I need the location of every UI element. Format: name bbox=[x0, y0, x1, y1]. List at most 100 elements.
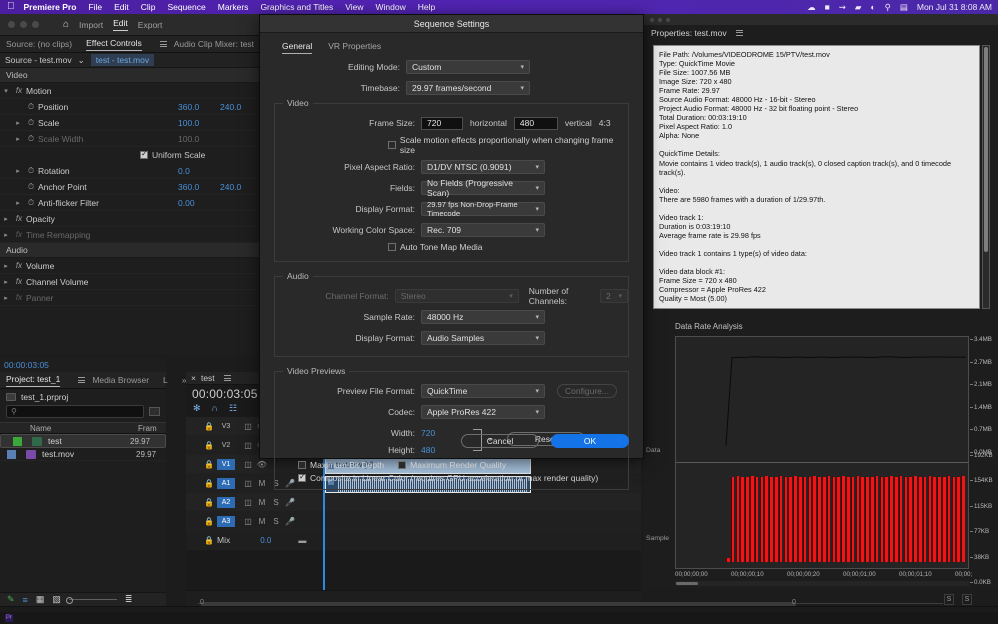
uniform-scale-checkbox[interactable] bbox=[140, 149, 148, 159]
stopwatch-icon[interactable]: ⏱ bbox=[24, 118, 38, 128]
list-view-icon[interactable]: ≡ bbox=[23, 595, 28, 605]
track-name[interactable]: A1 bbox=[217, 477, 235, 489]
chevron-down-icon[interactable]: ⌄ bbox=[78, 55, 85, 66]
scale-value[interactable]: 100.0 bbox=[178, 118, 220, 128]
stopwatch-icon[interactable]: ⏱ bbox=[24, 166, 38, 176]
tab-libraries[interactable]: L bbox=[163, 375, 168, 385]
clock[interactable]: Mon Jul 31 8:08 AM bbox=[917, 2, 992, 12]
lock-icon[interactable]: 🔒 bbox=[201, 422, 217, 431]
pen-icon[interactable]: ✎ bbox=[7, 594, 15, 605]
composite-linear-checkbox[interactable] bbox=[298, 472, 306, 482]
status-button-1[interactable]: S bbox=[944, 594, 954, 605]
icon-view-icon[interactable]: ▦ bbox=[36, 594, 45, 605]
sync-lock-icon[interactable]: ◫ bbox=[241, 460, 255, 469]
tab-project[interactable]: Project: test_1 bbox=[6, 374, 61, 387]
effect-row-scale[interactable]: ▸ ⏱ Scale 100.0 bbox=[0, 115, 266, 131]
stopwatch-icon[interactable]: ⏱ bbox=[24, 182, 38, 192]
track-name[interactable]: A2 bbox=[217, 496, 235, 508]
stopwatch-icon[interactable]: ⏱ bbox=[24, 102, 38, 112]
tab-vr-properties[interactable]: VR Properties bbox=[328, 41, 381, 54]
mute-track-button[interactable]: M bbox=[255, 479, 269, 488]
twirl-icon-scale[interactable]: ▸ bbox=[12, 119, 24, 127]
timebase-select[interactable]: 29.97 frames/second ▾ bbox=[406, 81, 530, 95]
microphone-icon[interactable]: 🎤 bbox=[283, 498, 297, 507]
position-x-value[interactable]: 360.0 bbox=[178, 102, 220, 112]
menu-markers[interactable]: Markers bbox=[218, 2, 249, 12]
scrollbar-thumb[interactable] bbox=[676, 582, 698, 585]
lock-icon[interactable]: 🔒 bbox=[201, 498, 217, 507]
lock-icon[interactable]: 🔒 bbox=[201, 460, 217, 469]
apple-icon[interactable]:  bbox=[7, 2, 15, 12]
twirl-icon-channel-volume[interactable]: ▸ bbox=[0, 278, 12, 286]
tab-media-browser[interactable]: Media Browser bbox=[92, 375, 149, 385]
effect-row-motion[interactable]: ▾ fx Motion bbox=[0, 83, 266, 99]
lock-icon[interactable]: 🔒 bbox=[201, 517, 217, 526]
twirl-icon-anti-flicker[interactable]: ▸ bbox=[12, 199, 24, 207]
menu-app-name[interactable]: Premiere Pro bbox=[24, 2, 77, 12]
mix-meter-icon[interactable]: ▬ bbox=[295, 536, 309, 545]
sync-lock-icon[interactable]: ◫ bbox=[241, 441, 255, 450]
maximum-bit-depth-checkbox[interactable] bbox=[298, 461, 306, 469]
stopwatch-icon[interactable]: ⏱ bbox=[24, 198, 38, 208]
cancel-button[interactable]: Cancel bbox=[461, 434, 539, 448]
effect-row-anchor-point[interactable]: ⏱ Anchor Point 360.0 240.0 bbox=[0, 179, 266, 195]
codec-select[interactable]: Apple ProRes 422 ▾ bbox=[421, 405, 545, 419]
control-center-icon[interactable]: ▤ bbox=[900, 2, 908, 13]
tab-source[interactable]: Source: (no clips) bbox=[6, 39, 72, 49]
frame-width-input[interactable]: 720 bbox=[421, 116, 463, 130]
search-icon[interactable]: ⚲ bbox=[885, 2, 891, 13]
vpn-icon[interactable]: ▰ bbox=[855, 2, 862, 13]
maximum-render-quality-checkbox[interactable] bbox=[398, 461, 407, 469]
new-bin-icon[interactable] bbox=[149, 407, 160, 416]
mute-track-button[interactable]: M bbox=[255, 498, 269, 507]
effect-row-time-remapping[interactable]: ▸ fx Time Remapping bbox=[0, 227, 266, 243]
solo-track-button[interactable]: S bbox=[269, 498, 283, 507]
par-select[interactable]: D1/DV NTSC (0.9091) ▾ bbox=[421, 160, 545, 174]
twirl-icon[interactable]: ▾ bbox=[0, 87, 12, 95]
close-window-button[interactable] bbox=[650, 17, 654, 22]
effect-row-panner[interactable]: ▸ fx Panner bbox=[0, 290, 266, 306]
eye-icon[interactable]: 👁 bbox=[255, 460, 269, 469]
sort-icon[interactable]: ≣ bbox=[125, 594, 133, 605]
sync-lock-icon[interactable]: ◫ bbox=[241, 517, 255, 526]
bit-depth-row[interactable]: Maximum Bit Depth Maximum Render Quality bbox=[275, 460, 628, 470]
lock-icon[interactable]: 🔒 bbox=[201, 441, 217, 450]
close-window-button[interactable] bbox=[8, 21, 15, 28]
scale-motion-row[interactable]: Scale motion effects proportionally when… bbox=[275, 135, 628, 155]
display-format-select[interactable]: 29.97 fps Non-Drop-Frame Timecode ▾ bbox=[421, 200, 545, 218]
menu-file[interactable]: File bbox=[88, 2, 102, 12]
panel-menu-icon[interactable] bbox=[735, 29, 743, 36]
effect-row-channel-volume[interactable]: ▸ fx Channel Volume bbox=[0, 274, 266, 290]
microphone-icon[interactable]: 🎤 bbox=[283, 517, 297, 526]
color-space-select[interactable]: Rec. 709 ▾ bbox=[421, 223, 545, 237]
maximize-window-button[interactable] bbox=[32, 21, 39, 28]
linked-selection-icon[interactable]: ☷ bbox=[229, 403, 237, 414]
freeform-view-icon[interactable]: ▧ bbox=[52, 594, 61, 605]
mix-value[interactable]: 0.0 bbox=[260, 536, 271, 545]
anti-flicker-value[interactable]: 0.00 bbox=[178, 198, 220, 208]
bluetooth-icon[interactable]: ⇝ bbox=[839, 2, 846, 13]
twirl-icon-panner[interactable]: ▸ bbox=[0, 294, 12, 302]
battery-icon[interactable]: ■ bbox=[825, 2, 830, 12]
sample-rate-select[interactable]: 48000 Hz ▾ bbox=[421, 310, 545, 324]
scale-motion-checkbox[interactable] bbox=[388, 141, 396, 149]
table-row[interactable]: test.mov 29.97 bbox=[0, 448, 166, 461]
wifi-icon[interactable]: ◐ bbox=[870, 2, 875, 12]
twirl-icon-rotation[interactable]: ▸ bbox=[12, 167, 24, 175]
sequence-clip-label[interactable]: test - test.mov bbox=[90, 54, 155, 66]
effect-row-volume[interactable]: ▸ fx Volume bbox=[0, 258, 266, 274]
menu-edit[interactable]: Edit bbox=[114, 2, 129, 12]
height-value[interactable]: 480 bbox=[421, 445, 435, 455]
menu-window[interactable]: Window bbox=[375, 2, 405, 12]
panel-menu-icon[interactable] bbox=[223, 375, 231, 381]
effect-row-opacity[interactable]: ▸ fx Opacity bbox=[0, 211, 266, 227]
tab-audio-clip-mixer[interactable]: Audio Clip Mixer: test bbox=[174, 39, 254, 49]
auto-tone-map-row[interactable]: Auto Tone Map Media bbox=[275, 242, 628, 252]
width-value[interactable]: 720 bbox=[421, 428, 435, 438]
ok-button[interactable]: OK bbox=[551, 434, 629, 448]
properties-window-traffic[interactable] bbox=[644, 14, 998, 25]
table-row[interactable]: test 29.97 bbox=[0, 434, 166, 448]
menu-sequence[interactable]: Sequence bbox=[167, 2, 205, 12]
menu-view[interactable]: View bbox=[345, 2, 363, 12]
twirl-icon-opacity[interactable]: ▸ bbox=[0, 215, 12, 223]
